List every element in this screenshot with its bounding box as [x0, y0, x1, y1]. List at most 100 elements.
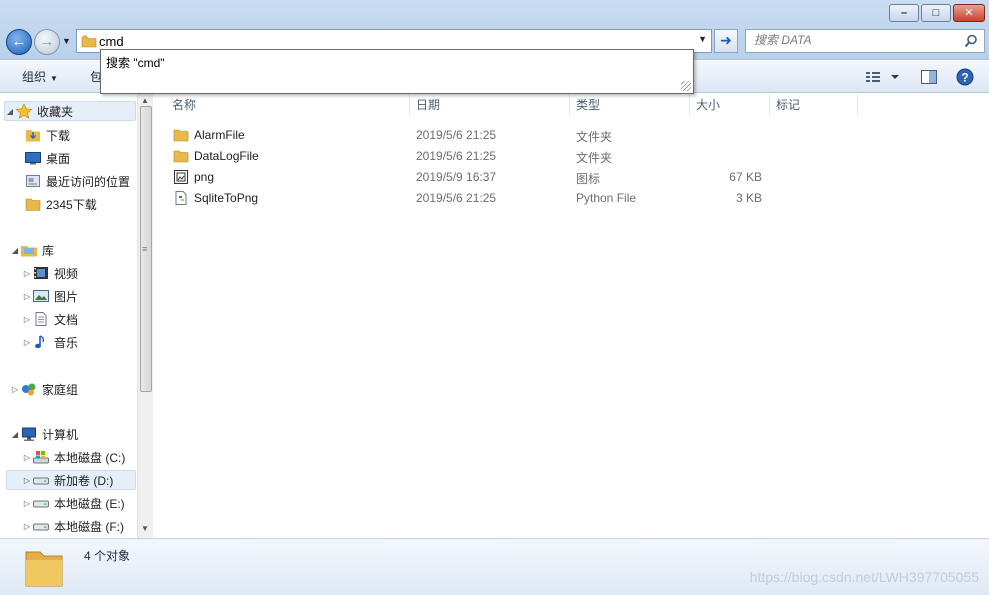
- go-button[interactable]: ➜: [714, 29, 738, 53]
- back-button[interactable]: ←: [6, 29, 32, 55]
- suggestion-search-item[interactable]: 搜索 "cmd": [106, 54, 165, 71]
- scroll-down-icon[interactable]: ▼: [141, 524, 149, 533]
- image-file-icon: [173, 169, 189, 188]
- nav-item-recent[interactable]: 最近访问的位置: [24, 171, 130, 191]
- nav-item-label: 桌面: [46, 151, 71, 166]
- close-icon: ✕: [964, 7, 974, 19]
- system-drive-icon: [32, 449, 50, 465]
- desktop-icon: [24, 150, 42, 166]
- collapsed-arrow-icon[interactable]: ▷: [22, 315, 32, 324]
- collapsed-arrow-icon[interactable]: ▷: [22, 499, 32, 508]
- help-button[interactable]: ?: [955, 67, 975, 87]
- nav-libraries[interactable]: ◢ 库: [10, 240, 54, 260]
- view-list-icon: [866, 72, 899, 82]
- address-history-button[interactable]: ▼: [698, 34, 707, 44]
- maximize-button[interactable]: □: [921, 4, 951, 22]
- maximize-icon: □: [932, 7, 940, 19]
- file-type: 图标: [576, 172, 601, 186]
- file-row[interactable]: AlarmFile 2019/5/6 21:25 文件夹: [168, 125, 788, 145]
- expand-arrow-icon[interactable]: ◢: [5, 107, 15, 116]
- nav-item-label: 图片: [54, 289, 79, 304]
- nav-item-drive-e[interactable]: ▷ 本地磁盘 (E:): [22, 493, 125, 513]
- file-size: 3 KB: [735, 191, 762, 205]
- minimize-button[interactable]: –: [889, 4, 919, 22]
- nav-item-drive-f[interactable]: ▷ 本地磁盘 (F:): [22, 516, 124, 536]
- file-row[interactable]: DataLogFile 2019/5/6 21:25 文件夹: [168, 146, 788, 166]
- nav-item-label: 视频: [54, 266, 79, 281]
- view-options-button[interactable]: [864, 67, 904, 87]
- collapsed-arrow-icon[interactable]: ▷: [22, 292, 32, 301]
- organize-menu[interactable]: 组织 ▼: [22, 68, 58, 85]
- expand-arrow-icon[interactable]: ◢: [10, 246, 20, 255]
- file-name: AlarmFile: [194, 128, 245, 142]
- nav-item-label: 本地磁盘 (F:): [54, 519, 124, 534]
- search-icon[interactable]: [964, 34, 978, 51]
- nav-item-label: 新加卷 (D:): [54, 473, 114, 488]
- collapsed-arrow-icon[interactable]: ▷: [10, 385, 20, 394]
- navigation-scrollbar[interactable]: ▲ ≡ ▼: [137, 94, 153, 538]
- file-date: 2019/5/6 21:25: [416, 149, 497, 163]
- close-button[interactable]: ✕: [953, 4, 985, 22]
- preview-pane-icon: [921, 70, 937, 84]
- nav-favorites-label: 收藏夹: [37, 104, 74, 119]
- collapsed-arrow-icon[interactable]: ▷: [22, 476, 32, 485]
- forward-button[interactable]: →: [34, 29, 60, 55]
- folder-icon: [173, 148, 189, 167]
- drive-icon: [32, 495, 50, 511]
- recent-pages-button[interactable]: ▼: [62, 36, 71, 46]
- status-bar: 4 个对象 https://blog.csdn.net/LWH397705055: [0, 538, 989, 595]
- column-header-tags[interactable]: 标记: [770, 94, 858, 116]
- nav-computer[interactable]: ◢ 计算机: [10, 424, 78, 444]
- column-header-name[interactable]: 名称: [166, 94, 410, 116]
- nav-libraries-label: 库: [42, 243, 55, 258]
- address-input[interactable]: [99, 32, 689, 50]
- library-icon: [20, 242, 38, 258]
- chevron-down-icon: ▼: [50, 74, 58, 83]
- chevron-down-icon: ▼: [62, 36, 71, 46]
- resize-grip-icon[interactable]: [681, 81, 691, 91]
- collapsed-arrow-icon[interactable]: ▷: [22, 338, 32, 347]
- file-row[interactable]: png 2019/5/9 16:37 图标 67 KB: [168, 167, 788, 187]
- nav-item-music[interactable]: ▷ 音乐: [22, 332, 78, 352]
- drive-icon: [32, 472, 50, 488]
- minimize-icon: –: [900, 7, 908, 19]
- nav-favorites[interactable]: ◢ 收藏夹: [4, 101, 136, 121]
- nav-item-drive-c[interactable]: ▷ 本地磁盘 (C:): [22, 447, 125, 467]
- nav-item-desktop[interactable]: 桌面: [24, 148, 70, 168]
- preview-pane-button[interactable]: [920, 67, 938, 87]
- file-name: png: [194, 170, 215, 184]
- nav-item-label: 本地磁盘 (E:): [54, 496, 125, 511]
- file-size: 67 KB: [729, 170, 762, 184]
- collapsed-arrow-icon[interactable]: ▷: [22, 453, 32, 462]
- nav-homegroup[interactable]: ▷ 家庭组: [10, 379, 78, 399]
- file-list: 名称 日期 类型 大小 标记 AlarmFile 2019/5/6 21:25 …: [154, 94, 989, 538]
- pictures-icon: [32, 288, 50, 304]
- collapsed-arrow-icon[interactable]: ▷: [22, 522, 32, 531]
- nav-item-documents[interactable]: ▷ 文档: [22, 309, 78, 329]
- folder-large-icon: [22, 544, 66, 593]
- column-header-size[interactable]: 大小: [690, 94, 770, 116]
- file-row[interactable]: SqliteToPng 2019/5/6 21:25 Python File 3…: [168, 188, 788, 208]
- expand-arrow-icon[interactable]: ◢: [10, 430, 20, 439]
- nav-item-downloads[interactable]: 下载: [24, 125, 70, 145]
- search-box[interactable]: [745, 29, 985, 53]
- chevron-down-icon: ▼: [698, 34, 707, 44]
- search-input[interactable]: [754, 33, 954, 47]
- address-suggestions: 搜索 "cmd": [100, 49, 694, 94]
- nav-item-drive-d[interactable]: ▷ 新加卷 (D:): [6, 470, 136, 490]
- music-icon: [32, 334, 50, 350]
- homegroup-icon: [20, 381, 38, 397]
- column-header-type[interactable]: 类型: [570, 94, 690, 116]
- organize-label: 组织: [22, 70, 47, 84]
- file-date: 2019/5/6 21:25: [416, 128, 497, 142]
- nav-item-videos[interactable]: ▷ 视频: [22, 263, 78, 283]
- collapsed-arrow-icon[interactable]: ▷: [22, 269, 32, 278]
- nav-item-pictures[interactable]: ▷ 图片: [22, 286, 78, 306]
- window-controls: – □ ✕: [887, 4, 985, 22]
- nav-item-2345-downloads[interactable]: 2345下载: [24, 194, 97, 214]
- star-icon: [15, 103, 33, 119]
- scroll-up-icon[interactable]: ▲: [141, 96, 149, 105]
- column-header-date[interactable]: 日期: [410, 94, 570, 116]
- file-name: SqliteToPng: [194, 191, 259, 205]
- arrow-right-icon: →: [39, 33, 55, 50]
